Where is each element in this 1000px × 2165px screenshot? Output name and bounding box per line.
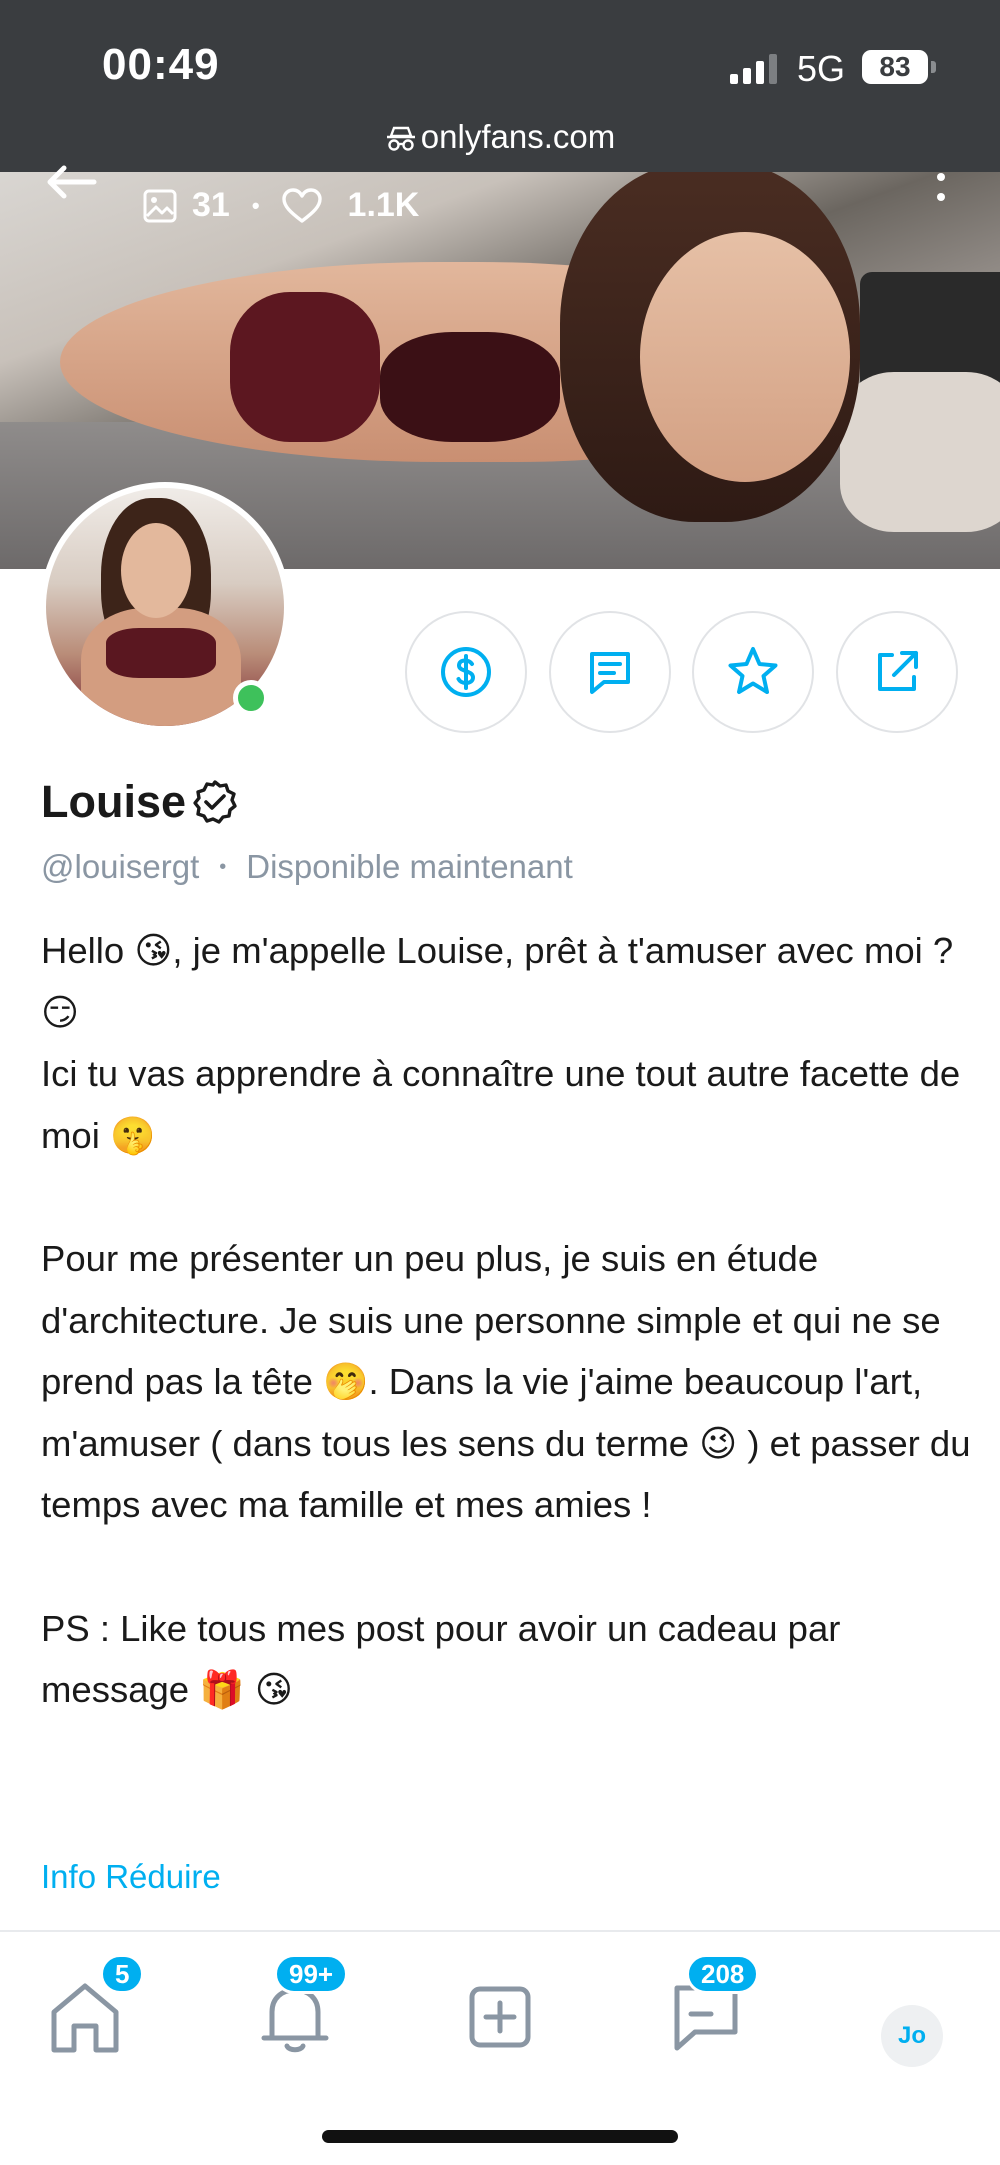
profile-bio: Hello 😘, je m'appelle Louise, prêt à t'a… [41, 920, 971, 1721]
url-text: onlyfans.com [420, 118, 616, 155]
status-bar: 00:49 5G 83 onlyfans.com [0, 0, 1000, 172]
tip-icon [441, 647, 491, 697]
bio-spacer [41, 1166, 971, 1228]
notifications-badge: 99+ [274, 1954, 349, 1994]
online-status-dot [233, 680, 269, 716]
message-icon [590, 652, 630, 694]
heart-icon [281, 187, 322, 223]
share-button[interactable] [836, 611, 958, 733]
home-badge: 5 [100, 1954, 145, 1994]
profile-handle: @louisergt [41, 848, 200, 885]
messages-badge: 208 [686, 1954, 760, 1994]
home-indicator [322, 2130, 678, 2143]
separator-dot: • [219, 855, 227, 878]
media-count: 31 [192, 186, 230, 224]
star-icon [728, 647, 778, 694]
info-collapse-link[interactable]: Info Réduire [41, 1858, 221, 1896]
bio-line: Hello 😘, je m'appelle Louise, prêt à t'a… [41, 930, 954, 1033]
verified-badge-icon [193, 780, 237, 824]
address-bar[interactable]: onlyfans.com [0, 118, 1000, 156]
incognito-icon [386, 126, 415, 151]
profile-name: Louise [41, 776, 187, 827]
message-button[interactable] [549, 611, 671, 733]
more-options-icon[interactable] [935, 172, 947, 202]
share-icon [878, 651, 918, 691]
bio-spacer [41, 1536, 971, 1598]
signal-icon [730, 54, 777, 84]
back-arrow-icon[interactable] [42, 162, 98, 202]
battery-indicator: 83 [862, 50, 928, 84]
likes-count: 1.1K [347, 186, 420, 224]
network-label: 5G [797, 48, 846, 89]
tip-button[interactable] [405, 611, 527, 733]
bio-line: Ici tu vas apprendre à connaître une tou… [41, 1053, 961, 1156]
profile-name-row: Louise [41, 776, 238, 828]
separator-dot: • [251, 192, 260, 218]
bio-line: Pour me présenter un peu plus, je suis e… [41, 1237, 971, 1526]
bio-line: PS : Like tous mes post pour avoir un ca… [41, 1607, 841, 1711]
add-post-icon[interactable] [455, 1972, 545, 2062]
image-icon [143, 189, 177, 222]
availability-status: Disponible maintenant [246, 848, 573, 885]
cover-stats: 31 • 1.1K [142, 186, 419, 225]
status-time: 00:49 [102, 40, 220, 89]
profile-meta: @louisergt • Disponible maintenant [41, 848, 573, 886]
battery-tip [931, 61, 936, 73]
favorite-button[interactable] [692, 611, 814, 733]
user-avatar-tab[interactable]: Jo [881, 2005, 943, 2067]
